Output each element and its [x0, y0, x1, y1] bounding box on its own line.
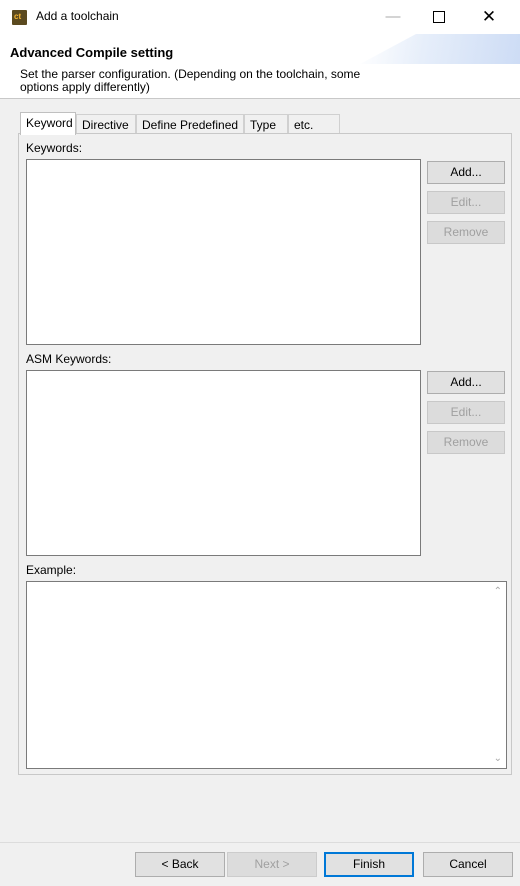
example-label: Example:: [26, 563, 77, 577]
tab-etc[interactable]: etc.: [288, 114, 340, 134]
keywords-add-button[interactable]: Add...: [427, 161, 505, 184]
keywords-remove-button[interactable]: Remove: [427, 221, 505, 244]
asm-keywords-edit-button[interactable]: Edit...: [427, 401, 505, 424]
wizard-banner: Advanced Compile setting Set the parser …: [0, 34, 520, 98]
asm-keywords-list[interactable]: [26, 370, 421, 556]
asm-keywords-label: ASM Keywords:: [26, 352, 112, 366]
tab-define-predefined[interactable]: Define Predefined: [136, 114, 244, 134]
tab-directive[interactable]: Directive: [76, 114, 136, 134]
maximize-icon: [433, 11, 445, 24]
finish-button[interactable]: Finish: [324, 852, 414, 877]
next-button[interactable]: Next >: [227, 852, 317, 877]
page-title: Advanced Compile setting: [10, 45, 174, 60]
page-description: Set the parser configuration. (Depending…: [20, 67, 361, 94]
title-bar: ct Add a toolchain — ✕: [0, 0, 520, 34]
maximize-button[interactable]: [416, 0, 462, 34]
app-icon-text: ct: [14, 12, 22, 21]
keywords-label: Keywords:: [26, 141, 83, 155]
minimize-button[interactable]: —: [370, 0, 416, 34]
tab-keyword[interactable]: Keyword: [20, 112, 76, 135]
keywords-edit-button[interactable]: Edit...: [427, 191, 505, 214]
window-title: Add a toolchain: [36, 9, 119, 23]
keywords-list[interactable]: [26, 159, 421, 345]
app-icon: ct: [12, 10, 27, 25]
asm-keywords-remove-button[interactable]: Remove: [427, 431, 505, 454]
tab-type[interactable]: Type: [244, 114, 288, 134]
banner-divider: [0, 98, 520, 99]
banner-graphic: [360, 34, 520, 64]
close-button[interactable]: ✕: [466, 0, 512, 34]
scroll-down-icon[interactable]: ⌄: [494, 753, 502, 764]
footer-divider: [0, 842, 520, 843]
back-button[interactable]: < Back: [135, 852, 225, 877]
scroll-up-icon[interactable]: ⌃: [494, 586, 502, 597]
asm-keywords-add-button[interactable]: Add...: [427, 371, 505, 394]
example-textarea[interactable]: ⌃ ⌄: [26, 581, 507, 769]
cancel-button[interactable]: Cancel: [423, 852, 513, 877]
